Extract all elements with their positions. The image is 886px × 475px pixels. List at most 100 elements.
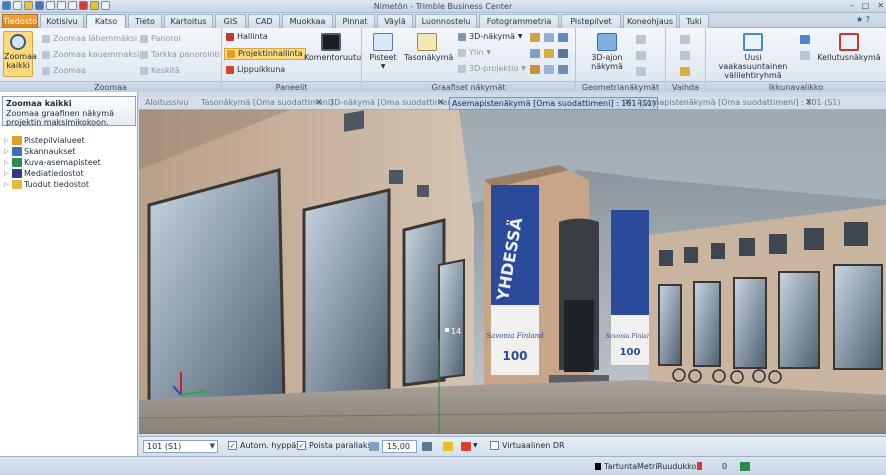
minimize-button[interactable]: – [850,1,854,10]
zoom-out-label: Zoomaa kauemmaksi [53,50,140,59]
virtual-dr-checkbox[interactable]: Virtuaalinen DR [490,441,565,450]
value-input[interactable]: 15,00 [382,440,417,453]
zoom-all-button[interactable]: Zoomaa kaikki [3,31,37,77]
tab-kotisivu[interactable]: Kotisivu [40,14,84,28]
projektinhallinta-button[interactable]: Projektinhallinta [224,48,306,60]
snap-status[interactable]: Tartunta [604,462,637,471]
globe-icon[interactable] [558,33,568,42]
vertical-split-icon[interactable] [800,35,810,44]
tree-item-kuva-asemapisteet[interactable]: ▷ Kuva-asemapisteet [4,157,101,168]
units-status[interactable]: Metri [637,462,657,471]
tab-tuki[interactable]: Tuki [679,14,709,28]
profile-icon[interactable] [636,35,646,44]
filter-icon[interactable] [443,442,453,451]
folder-icon [12,180,22,189]
zoom-out-icon [42,51,50,59]
new-horizontal-tab-group-button[interactable]: Uusi vaakasuuntainen välilehtiryhmä [710,33,796,80]
tab-cad[interactable]: CAD [248,14,280,28]
pan-button[interactable]: Panoroi [140,34,181,44]
render-icon[interactable] [558,49,568,58]
switch-icon[interactable] [680,35,690,44]
close-tab-icon[interactable]: ✕ [315,97,323,109]
close-tab-icon[interactable]: ✕ [624,97,632,109]
3d-drive-view-label: 3D-ajon näkymä [591,53,623,71]
tab-katso[interactable]: Katso [86,14,126,29]
tab-koneohjaus[interactable]: Koneohjaus [623,14,677,28]
box-icon[interactable] [544,65,554,74]
color-icon[interactable] [461,442,471,451]
zoom-out-button[interactable]: Zoomaa kauemmaksi [42,50,139,60]
close-button[interactable]: ✕ [877,1,884,10]
tab-fotogrammetria[interactable]: Fotogrammetria [479,14,559,28]
lippuikkuna-button[interactable]: Lippuikkuna [226,65,285,75]
cross-section-icon[interactable] [636,67,646,76]
top-view-button[interactable]: Ylin ▼ [458,48,491,58]
section-icon[interactable] [636,51,646,60]
display-icon[interactable] [422,442,432,451]
hallinta-label: Hallinta [237,32,268,41]
grid-icon[interactable] [544,33,554,42]
tree-item-mediatiedostot[interactable]: ▷ Mediatiedostot [4,168,101,179]
tab-gis[interactable]: GIS [215,14,246,28]
close-tab-icon[interactable]: ✕ [437,97,445,109]
switch-next-icon[interactable] [680,67,690,76]
remove-parallax-checkbox[interactable]: ✓ Poista parallaksi [297,441,374,450]
flag-icon[interactable] [697,462,702,470]
dropdown-arrow-icon[interactable]: ▼ [473,442,478,449]
auto-jump-checkbox[interactable]: ✓ Autom. hyppäys [228,441,305,450]
flag-icon [226,66,234,74]
expand-icon[interactable]: ▷ [4,157,10,168]
center-button[interactable]: Keskitä [140,66,180,76]
expand-icon[interactable]: ▷ [4,146,10,157]
float-view-button[interactable]: Kellutusnäkymä [816,33,882,62]
komentoruutu-button[interactable]: Komentoruutu [304,33,361,62]
status-bar: Tartunta Metri Ruudukko 0 [0,456,886,475]
group-label-paneelit: Paneelit [222,81,361,92]
tree-item-skannaukset[interactable]: ▷ Skannaukset [4,146,101,157]
media-icon [12,169,22,178]
pan-label: Panoroi [151,34,181,43]
tab-luonnostelu[interactable]: Luonnostelu [415,14,477,28]
switch-prev-icon[interactable] [680,51,690,60]
rotate-icon[interactable] [530,65,540,74]
snap-icon[interactable] [595,463,601,470]
expand-icon[interactable]: ▷ [4,135,10,146]
remove-parallax-label: Poista parallaksi [309,441,374,450]
tab-kartoitus[interactable]: Kartoitus [164,14,213,28]
maximize-button[interactable]: □ [862,1,870,10]
zoom-in-button[interactable]: Zoomaa lähemmäksi [42,34,137,44]
expand-icon[interactable]: ▷ [4,168,10,179]
tab-tiedosto[interactable]: Tiedosto [2,14,38,28]
camera-icon[interactable] [530,49,540,58]
tree-item-pistepilvialueet[interactable]: ▷ Pistepilvialueet [4,135,101,146]
3d-projection-button[interactable]: 3D-projektio ▼ [458,64,526,74]
layer-icon[interactable] [530,33,540,42]
pisteet-button[interactable]: Pisteet ▼ [366,33,400,71]
tab-vayla[interactable]: Väylä [377,14,413,28]
tab-pinnat[interactable]: Pinnat [335,14,375,28]
help-icon[interactable]: ★ ? [856,15,870,24]
camera-icon[interactable] [369,442,379,451]
station-marker[interactable] [445,328,449,332]
tab-tieto[interactable]: Tieto [128,14,162,28]
grid-status[interactable]: Ruudukko [657,462,696,471]
station-view[interactable]: YHDESSÄ Savonia Finland 100 Savonia Finl… [139,110,886,434]
light-icon[interactable] [544,49,554,58]
settings-icon[interactable] [558,65,568,74]
precise-pan-button[interactable]: Tarkka panorointi [140,50,220,60]
3d-view-button[interactable]: 3D-näkymä ▼ [458,32,523,42]
expand-icon[interactable]: ▷ [4,179,10,190]
tab-aloitussivu[interactable]: Aloitussivu [143,97,190,110]
cascade-icon[interactable] [800,51,810,60]
close-tab-icon[interactable]: ✕ [805,97,813,109]
station-select[interactable]: 101 (S1) ▼ [143,440,218,453]
status-icon[interactable] [740,462,750,471]
zoom-button[interactable]: Zoomaa [42,66,86,76]
3d-drive-view-button[interactable]: 3D-ajon näkymä [582,33,632,71]
hallinta-button[interactable]: Hallinta [226,32,268,42]
tree-item-tuodut-tiedostot[interactable]: ▷ Tuodut tiedostot [4,179,101,190]
window-controls: – □ ✕ [850,1,884,10]
tab-muokkaa[interactable]: Muokkaa [282,14,333,28]
tasonakyma-button[interactable]: Tasonäkymä [404,33,453,62]
tab-pistepilvet[interactable]: Pistepilvet [561,14,621,28]
